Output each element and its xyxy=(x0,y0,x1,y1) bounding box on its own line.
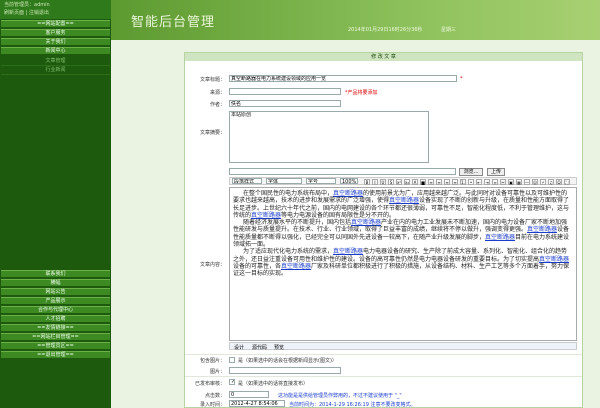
upload-button[interactable]: 上传 xyxy=(487,168,505,176)
font-size-select[interactable]: 字号 xyxy=(306,178,336,184)
emoticon-icon[interactable]: ☺ xyxy=(532,179,538,185)
underline-icon[interactable]: U xyxy=(380,179,386,185)
strikethrough-icon[interactable]: S xyxy=(388,179,394,185)
hits-hint: 这功能是是供给管理员作弊用的，不过不建议使用于 "_" xyxy=(278,393,402,399)
sidebar-group-recruitment[interactable]: 人才招聘 xyxy=(1,315,110,322)
sidebar-group-site-config[interactable]: ==网站配置== xyxy=(1,20,110,27)
align-center-icon[interactable]: ≡ xyxy=(436,179,442,185)
superscript-icon[interactable]: x² xyxy=(396,179,402,185)
sidebar-group-announcement[interactable]: 网站公告 xyxy=(1,288,110,295)
unlink-icon[interactable]: ✂ xyxy=(500,179,506,185)
unordered-list-icon[interactable]: • xyxy=(468,179,474,185)
italic-icon[interactable]: I xyxy=(372,179,378,185)
special-char-icon[interactable]: Ω xyxy=(556,179,562,185)
browse-button[interactable]: 浏览... xyxy=(459,168,483,176)
image-path-input[interactable] xyxy=(229,367,341,374)
indent-icon[interactable]: ⇥ xyxy=(484,179,490,185)
sidebar-item-industry-news[interactable]: 行业新闻 xyxy=(1,66,110,75)
subscript-icon[interactable]: x₂ xyxy=(404,179,410,185)
rule-icon[interactable]: — xyxy=(524,179,530,185)
outdent-icon[interactable]: ⇤ xyxy=(476,179,482,185)
sidebar-group-news-center[interactable]: 新闻中心 xyxy=(1,47,110,54)
justify-icon[interactable]: ≡ xyxy=(452,179,458,185)
image-path-label: 图片： xyxy=(209,369,225,375)
image-checkbox[interactable] xyxy=(229,357,235,363)
content-editor[interactable]: 在整个国民性的电力系统布局中，真空断路器的使用前景尤为广，应用越来越广泛。与此同… xyxy=(229,187,577,341)
sidebar-group-partners[interactable]: 合作与代理中心 xyxy=(1,306,110,313)
image-icon[interactable]: ▣ xyxy=(508,179,514,185)
preview-tab[interactable]: 预览 xyxy=(274,344,284,351)
editor-mode-tabs: 设计 源代码 预览 xyxy=(229,342,577,351)
media-icon[interactable]: ♫ xyxy=(548,179,554,185)
image-label: 包含图片： xyxy=(199,358,225,364)
header-date: 2014年01月29日16时26分36秒 xyxy=(348,27,423,33)
title-label: 文章标题： xyxy=(199,77,225,83)
sidebar-group-products[interactable]: 产品展示 xyxy=(1,297,110,304)
sidebar-item-article-management[interactable]: 文章管理 xyxy=(1,57,110,66)
refresh-logout-links[interactable]: 刷新页面 | 注销退出 xyxy=(4,9,107,17)
align-right-icon[interactable]: ≡ xyxy=(444,179,450,185)
title-required-mark: * xyxy=(460,76,463,82)
font-select[interactable]: 字体 xyxy=(266,178,302,184)
sidebar-group-contact[interactable]: 联系我们 xyxy=(1,270,110,277)
file-path-input[interactable] xyxy=(229,168,456,175)
site-title: 智能后台管理 xyxy=(131,15,216,30)
summary-label: 文章摘要： xyxy=(199,130,225,136)
hits-label: 点击数： xyxy=(204,393,225,399)
table-icon[interactable]: ▦ xyxy=(516,179,522,185)
sidebar-group-column-management[interactable]: ==网站栏目管理== xyxy=(1,333,110,340)
edit-article-form: 修 改 文 章 文章标题： 真空断路器在电力系统建设领域的应用一览 * 来源： … xyxy=(184,52,583,408)
highlight-icon[interactable]: ▆ xyxy=(420,179,426,185)
zoom-select[interactable]: 100% xyxy=(340,178,358,184)
ordered-list-icon[interactable]: 1. xyxy=(460,179,466,185)
image-checkbox-label: 是（如果选中的话会在根据新闻显示(图文)） xyxy=(238,358,337,364)
author-input[interactable]: 佚名 xyxy=(229,100,341,107)
source-label: 来源： xyxy=(209,90,225,96)
link-icon[interactable]: ∞ xyxy=(492,179,498,185)
html-tab[interactable]: 源代码 xyxy=(252,344,267,351)
flash-icon[interactable]: ⚡ xyxy=(540,179,546,185)
content-paragraph-2: 随着经济发展水平的不断提升，国内包括真空断路器产业在内的电力工业发展未不断加速，… xyxy=(233,219,570,249)
summary-textarea[interactable]: 本站原创 xyxy=(229,111,429,163)
sidebar-group-admin-area[interactable]: ==管理员区== xyxy=(1,342,110,349)
content-paragraph-3: 为了适应现代化电力系统的需求，真空断路器电力电器设备的研究、生产除了前成大容量、… xyxy=(233,248,570,278)
entry-time-hint: 当前时间为：2014-1-29 16:26:19 注意不要改变格式。 xyxy=(289,402,416,408)
source-hint: *产品将要添加 xyxy=(345,90,378,96)
current-admin-text: 当前管理员：admin xyxy=(4,2,50,8)
fullscreen-icon[interactable]: ⛶ xyxy=(564,179,570,185)
header-banner: 智能后台管理 2014年01月29日16时26分36秒 星期三 xyxy=(111,0,600,40)
source-input[interactable] xyxy=(229,88,341,95)
bold-icon[interactable]: B xyxy=(364,179,370,185)
content-paragraph-1: 在整个国民性的电力系统布局中，真空断路器的使用前景尤为广，应用越来越广泛。与此同… xyxy=(233,190,570,219)
form-heading: 修 改 文 章 xyxy=(185,53,582,61)
sidebar-group-logout[interactable]: ==退出管理== xyxy=(1,351,110,358)
sidebar-group-banner[interactable]: 横幅 xyxy=(1,279,110,286)
published-label: 已发布审核： xyxy=(194,381,225,387)
sidebar-user-panel: 当前管理员：admin 刷新页面 | 注销退出 xyxy=(0,0,111,19)
hits-input[interactable]: 0 xyxy=(229,391,269,398)
sidebar-group-about-us[interactable]: 关于我们 xyxy=(1,38,110,45)
entry-time-input[interactable]: 2012-4-27 8:54:06 xyxy=(229,400,285,407)
sidebar: 当前管理员：admin 刷新页面 | 注销退出 ==网站配置== 客户服务 关于… xyxy=(0,0,111,408)
published-checkbox[interactable]: ✓ xyxy=(229,379,235,385)
sidebar-group-friend-links[interactable]: ==友情链接== xyxy=(1,324,110,331)
content-label: 文章内容： xyxy=(199,262,225,268)
font-color-icon[interactable]: A xyxy=(412,179,418,185)
sidebar-group-customer-service[interactable]: 客户服务 xyxy=(1,29,110,36)
paragraph-style-select[interactable]: 段落样式 xyxy=(232,178,262,184)
editor-toolbar-row1: 段落样式 字体 字号 100% B I U S x² x₂ A ▆ ≡ ≡ ≡ … xyxy=(229,177,577,185)
published-checkbox-label: 是（如果选中的话将直接发布） xyxy=(238,381,309,387)
align-left-icon[interactable]: ≡ xyxy=(428,179,434,185)
entry-time-label: 录入时间： xyxy=(199,402,225,408)
header-weekday: 星期三 xyxy=(441,27,457,33)
title-input[interactable]: 真空断路器在电力系统建设领域的应用一览 xyxy=(229,75,457,82)
author-label: 作者： xyxy=(209,102,225,108)
design-tab[interactable]: 设计 xyxy=(234,344,244,351)
main-content: 修 改 文 章 文章标题： 真空断路器在电力系统建设领域的应用一览 * 来源： … xyxy=(111,40,600,408)
